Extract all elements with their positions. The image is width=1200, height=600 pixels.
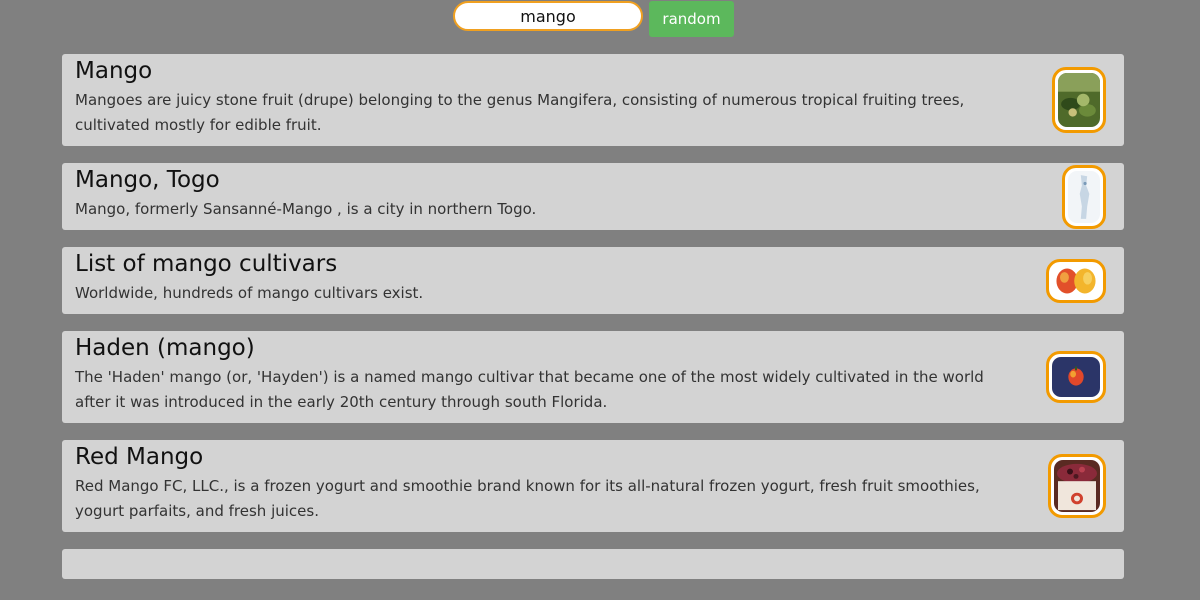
result-description: Worldwide, hundreds of mango cultivars e… (75, 284, 424, 302)
result-title[interactable]: Red Mango (75, 442, 1014, 472)
result-card[interactable]: Mango, Togo Mango, formerly Sansanné-Man… (62, 163, 1124, 230)
result-description: Red Mango FC, LLC., is a frozen yogurt a… (75, 477, 980, 520)
mango-fruits-image[interactable] (1046, 258, 1106, 303)
result-description: Mangoes are juicy stone fruit (drupe) be… (75, 91, 965, 134)
result-title[interactable]: List of mango cultivars (75, 249, 1014, 279)
result-card-partial[interactable] (62, 549, 1124, 579)
result-title[interactable]: Mango (75, 56, 1014, 86)
result-description: Mango, formerly Sansanné-Mango , is a ci… (75, 200, 537, 218)
search-input[interactable] (453, 1, 643, 31)
result-title[interactable]: Mango, Togo (75, 165, 1014, 195)
result-title[interactable]: Haden (mango) (75, 333, 1014, 363)
result-card[interactable]: Haden (mango) The 'Haden' mango (or, 'Ha… (62, 331, 1124, 423)
mango-tree-image[interactable] (1052, 67, 1106, 133)
togo-map-image[interactable] (1062, 164, 1106, 229)
random-button[interactable]: random (649, 1, 734, 37)
haden-mango-image[interactable] (1046, 351, 1106, 403)
top-bar: random (0, 0, 1200, 40)
red-mango-cup-image[interactable] (1048, 454, 1106, 518)
result-card[interactable]: Red Mango Red Mango FC, LLC., is a froze… (62, 440, 1124, 532)
results-list: Mango Mangoes are juicy stone fruit (dru… (62, 54, 1124, 596)
result-description: The 'Haden' mango (or, 'Hayden') is a na… (75, 368, 984, 411)
result-card[interactable]: Mango Mangoes are juicy stone fruit (dru… (62, 54, 1124, 146)
result-card[interactable]: List of mango cultivars Worldwide, hundr… (62, 247, 1124, 314)
